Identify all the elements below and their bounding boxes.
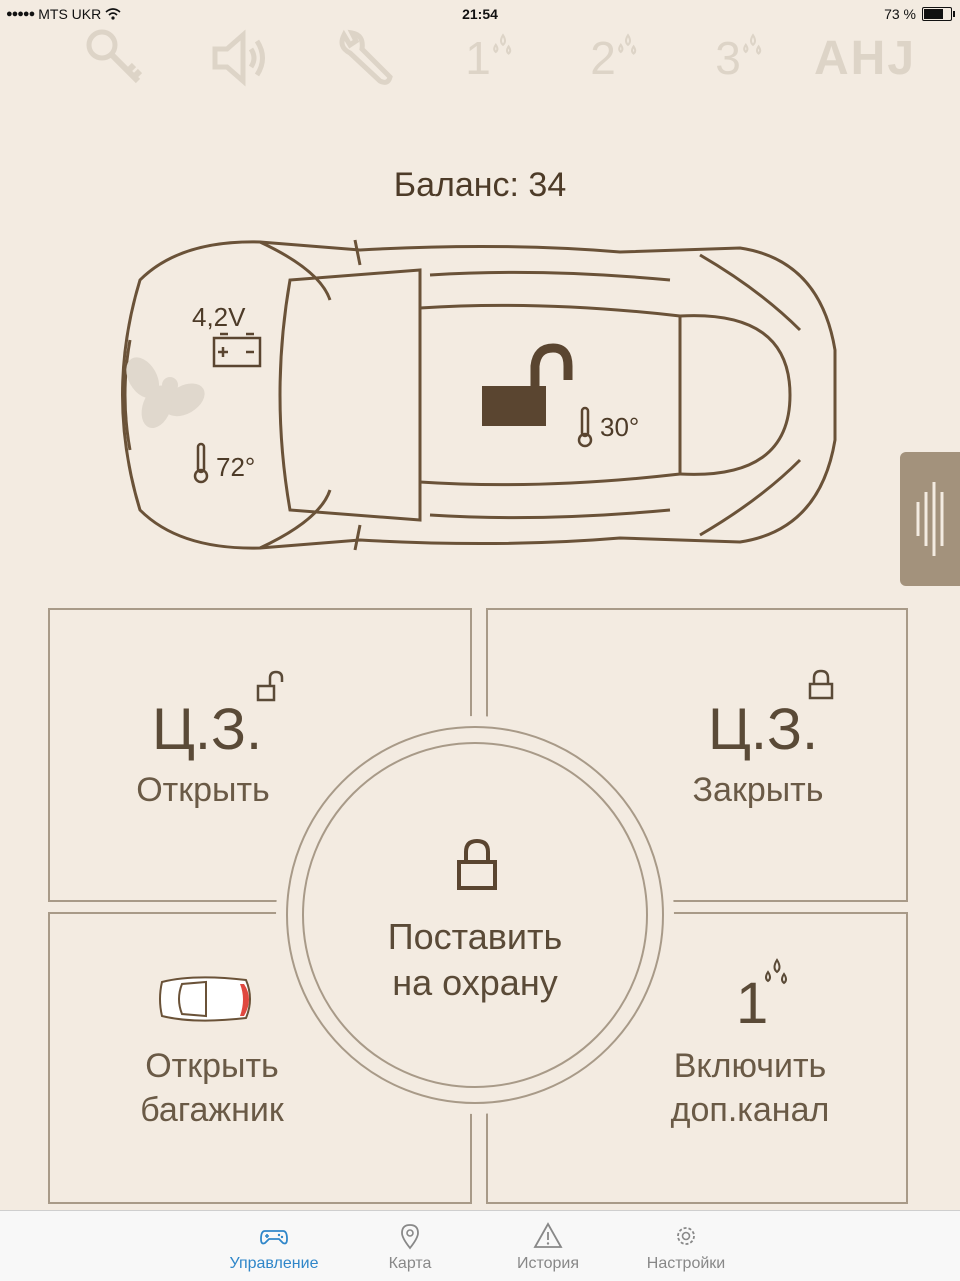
- ahj-label: AHJ: [813, 31, 917, 85]
- car-illustration: 4,2V 72° 30°: [100, 230, 850, 560]
- quick-bar: 1 2 3 AHJ: [60, 20, 920, 96]
- arm-label-line2: на охрану: [392, 962, 558, 1003]
- key-icon: [86, 29, 143, 84]
- warning-icon: [533, 1222, 563, 1248]
- side-drawer-handle[interactable]: [900, 452, 960, 586]
- drops-icon: [493, 33, 511, 55]
- tab-map[interactable]: Карта: [350, 1211, 470, 1281]
- tab-label: Настройки: [646, 1255, 726, 1272]
- channel-3-button[interactable]: 3: [685, 20, 795, 96]
- gamepad-icon: [260, 1230, 288, 1245]
- drops-icon: [743, 33, 761, 55]
- extra-channel-label-line2: доп.канал: [670, 1091, 830, 1129]
- balance-text: Баланс: 34: [393, 166, 567, 204]
- key-button[interactable]: [60, 20, 170, 96]
- battery-fill: [924, 9, 943, 19]
- tab-history[interactable]: История: [488, 1211, 608, 1281]
- ahj-button[interactable]: AHJ: [810, 20, 920, 96]
- tab-bar: Управление Карта История Настройки: [0, 1210, 960, 1281]
- battery-car-icon: [212, 332, 262, 368]
- extra-channel-label-line1: Включить: [673, 1047, 827, 1085]
- tab-label: История: [516, 1255, 580, 1272]
- channel-1-button[interactable]: 1: [435, 20, 545, 96]
- battery-icon: [922, 7, 955, 21]
- speaker-icon: [212, 29, 265, 87]
- unlock-doors-label: Открыть: [136, 771, 270, 809]
- lock-icon: [457, 838, 497, 890]
- thermometer-cabin-icon: [577, 406, 593, 448]
- central-lock-short: Ц.З.: [152, 697, 263, 762]
- map-pin-icon: [401, 1224, 419, 1250]
- gear-icon: [677, 1227, 695, 1245]
- central-lock-short: Ц.З.: [708, 697, 819, 762]
- car-trunk-icon: [159, 976, 251, 1022]
- handle-lines-icon: [916, 482, 944, 556]
- wrench-icon: [339, 29, 393, 85]
- battery-voltage: 4,2V: [192, 302, 246, 332]
- fan-icon: [126, 357, 205, 429]
- small-open-lock-icon: [256, 670, 284, 702]
- cabin-temperature: 30°: [600, 412, 640, 442]
- lock-doors-label: Закрыть: [692, 771, 824, 809]
- channel-3-number: 3: [715, 32, 741, 84]
- small-lock-icon: [808, 669, 834, 700]
- open-trunk-label-line1: Открыть: [145, 1047, 279, 1085]
- open-lock-icon: [482, 343, 573, 426]
- arm-security-button[interactable]: Поставить на охрану: [286, 726, 664, 1104]
- tab-label: Управление: [229, 1255, 319, 1272]
- channel-1-number: 1: [465, 32, 491, 84]
- service-button[interactable]: [310, 20, 420, 96]
- channel-2-button[interactable]: 2: [560, 20, 670, 96]
- arm-label: Поставить на охрану: [286, 914, 664, 1006]
- thermometer-engine-icon: [193, 442, 209, 484]
- tab-control[interactable]: Управление: [214, 1211, 334, 1281]
- engine-temperature: 72°: [216, 452, 256, 482]
- arm-label-line1: Поставить: [387, 916, 563, 957]
- car-outline-icon: [121, 239, 837, 551]
- open-trunk-label-line2: багажник: [140, 1091, 284, 1129]
- channel-2-number: 2: [590, 32, 616, 84]
- tab-settings[interactable]: Настройки: [626, 1211, 746, 1281]
- tab-label: Карта: [388, 1255, 432, 1272]
- drops-icon: [765, 958, 787, 985]
- sound-button[interactable]: [185, 20, 295, 96]
- drops-icon: [618, 33, 636, 55]
